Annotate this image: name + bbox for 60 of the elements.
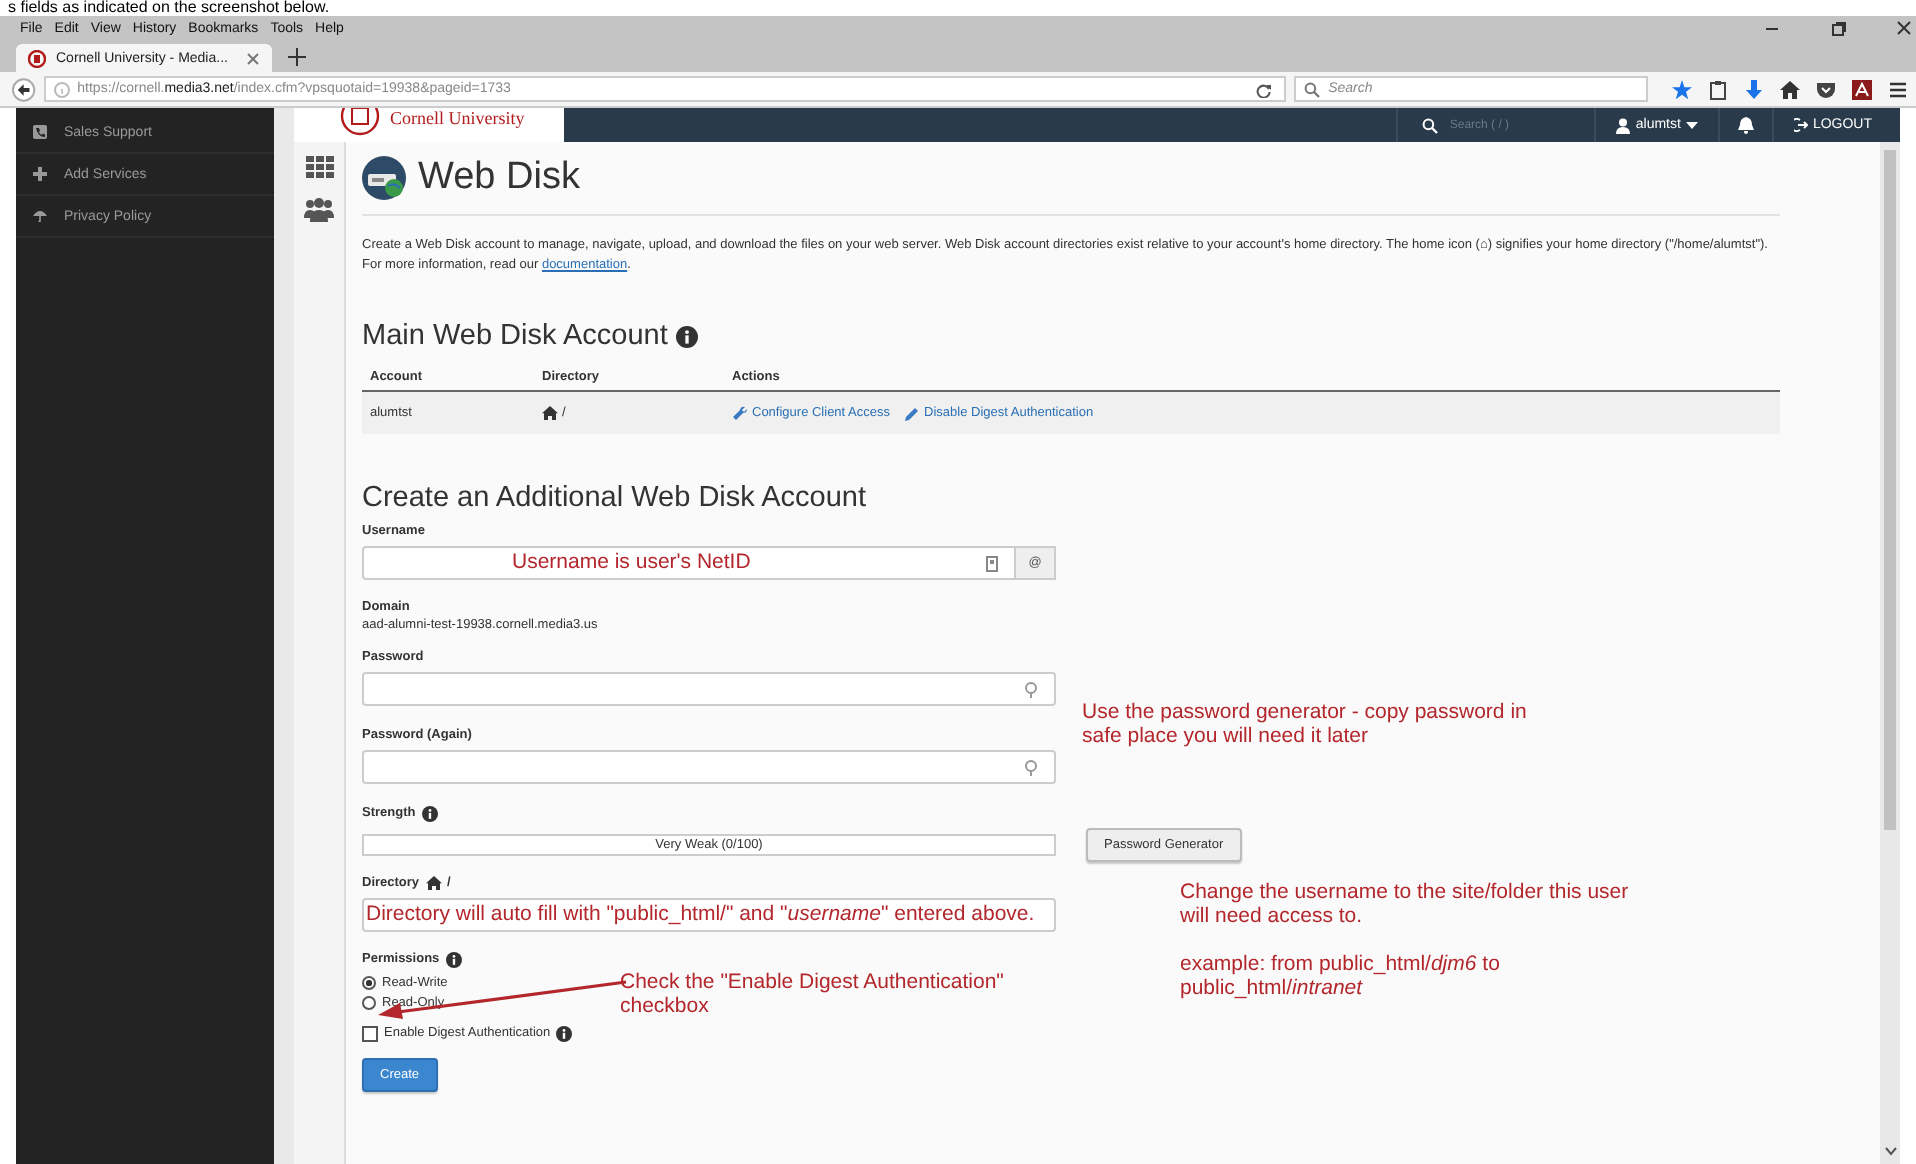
grid-icon <box>305 156 333 178</box>
clipboard-icon <box>1707 79 1728 99</box>
umbrella-icon <box>32 208 48 224</box>
info-icon <box>53 81 70 97</box>
section-heading: Create an Additional Web Disk Account <box>362 482 869 514</box>
page-title: Web Disk <box>418 156 580 200</box>
caret-icon <box>1686 121 1699 129</box>
section-heading: Main Web Disk Account <box>362 320 668 352</box>
document-caption: s fields as indicated on the screenshot below. <box>6 0 332 16</box>
wrench-icon <box>732 405 748 421</box>
annotation-text: Change the username to the site/folder this user will need access to. <box>1180 880 1631 928</box>
pdf-icon <box>1851 79 1872 99</box>
menu-icon <box>1887 79 1908 99</box>
password-field[interactable] <box>362 750 1056 784</box>
scroll-down-icon <box>1883 1146 1897 1156</box>
home-icon <box>542 406 558 420</box>
key-icon <box>1024 759 1038 775</box>
username-field[interactable] <box>362 546 1016 580</box>
info-icon <box>445 951 462 967</box>
scroll-thumb-icon <box>1882 150 1898 830</box>
radio-button[interactable] <box>362 996 376 1010</box>
contact-card-icon <box>986 555 998 571</box>
home-icon <box>425 876 442 890</box>
info-icon <box>556 1025 573 1041</box>
annotation-text: Directory will auto fill with "public_html/" and "username" entered above. <box>366 902 1035 928</box>
radio-button[interactable] <box>362 976 376 990</box>
plus-icon <box>32 166 48 182</box>
key-icon <box>1024 681 1038 697</box>
user-icon <box>1615 117 1630 133</box>
users-icon <box>304 198 334 222</box>
search-icon <box>1421 117 1438 133</box>
annotation-text: example: from public_html/djm6 to public_html/intranet <box>1180 952 1502 1000</box>
close-icon <box>246 51 260 65</box>
phone-icon <box>32 124 48 140</box>
bell-icon <box>1738 116 1755 134</box>
crest-icon <box>338 108 382 136</box>
info-icon <box>421 805 438 821</box>
pocket-icon <box>1815 79 1836 99</box>
star-icon <box>1671 79 1692 99</box>
password-field[interactable] <box>362 672 1056 706</box>
download-icon <box>1743 79 1764 99</box>
back-icon <box>12 77 36 101</box>
reload-icon <box>1256 81 1273 97</box>
logo-text: Cornell University <box>390 108 525 128</box>
restore-icon <box>1830 20 1846 36</box>
scrollbar[interactable] <box>1880 142 1900 1164</box>
pencil-icon <box>904 405 921 421</box>
directory-field[interactable]: Directory will auto fill with "public_html/" and "username" entered above. <box>362 898 1056 932</box>
checkbox[interactable] <box>362 1025 378 1041</box>
info-icon <box>675 325 698 347</box>
annotation-text: Use the password generator - copy password in safe place you will need it later <box>1082 700 1529 748</box>
annotation-text: Username is user's NetID <box>512 550 751 574</box>
home-icon <box>1779 79 1800 99</box>
annotation-text: Check the "Enable Digest Authentication" checkbox <box>620 970 1006 1018</box>
disk-globe-icon <box>362 156 406 200</box>
site-favicon <box>28 49 46 67</box>
logout-icon <box>1794 118 1809 132</box>
new-tab-icon <box>288 48 306 66</box>
close-icon <box>1896 20 1912 36</box>
search-icon <box>1304 81 1321 97</box>
